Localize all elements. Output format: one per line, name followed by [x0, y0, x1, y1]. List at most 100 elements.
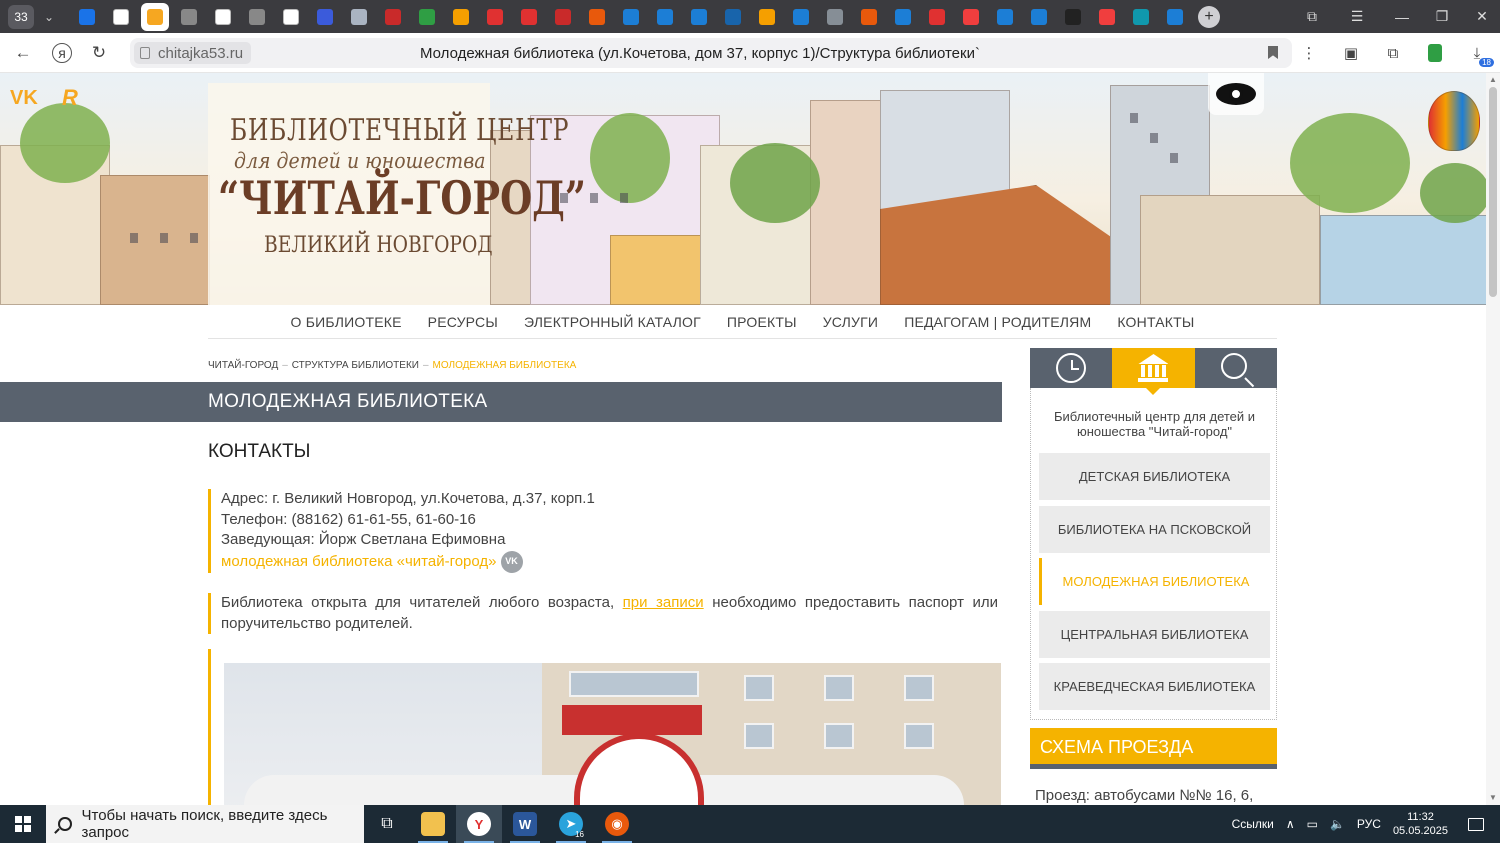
browser-tab[interactable]: [787, 3, 815, 31]
browser-tab[interactable]: [345, 3, 373, 31]
sidebar-item-branch[interactable]: КРАЕВЕДЧЕСКАЯ БИБЛИОТЕКА: [1039, 663, 1270, 710]
bookmark-icon[interactable]: [1268, 46, 1278, 59]
collections-icon[interactable]: ⧉: [1292, 8, 1332, 25]
accessibility-eye-icon[interactable]: [1208, 73, 1264, 115]
breadcrumb-section[interactable]: СТРУКТУРА БИБЛИОТЕКИ: [292, 360, 419, 371]
menu-item[interactable]: Контакты: [1117, 314, 1194, 330]
b-tab-icon: [1133, 8, 1149, 25]
page-scrollbar[interactable]: ▲ ▼: [1486, 73, 1500, 805]
screenshot-icon[interactable]: ▣: [1336, 38, 1366, 68]
app-icon[interactable]: ◉: [594, 805, 640, 843]
minimize-button[interactable]: —: [1382, 9, 1422, 25]
browser-tab[interactable]: [1161, 3, 1189, 31]
yandex-home-button[interactable]: я: [52, 42, 72, 63]
tab-list-chevron-icon[interactable]: ⌄: [38, 5, 60, 29]
domain-chip[interactable]: chitajka53.ru: [134, 42, 252, 64]
browser-tab[interactable]: [141, 2, 169, 31]
menu-item[interactable]: Ресурсы: [428, 314, 498, 330]
vk-icon[interactable]: VK: [500, 550, 523, 573]
tab-hours[interactable]: [1030, 348, 1112, 388]
menu-item[interactable]: О библиотеке: [291, 314, 402, 330]
restore-button[interactable]: ❐: [1422, 8, 1462, 25]
registration-link[interactable]: при записи: [623, 594, 704, 611]
sidebar-item-branch[interactable]: ЦЕНТРАЛЬНАЯ БИБЛИОТЕКА: [1039, 610, 1270, 658]
links-toolbar[interactable]: Ссылки: [1232, 817, 1274, 831]
telegram-icon[interactable]: ➤ 16: [548, 805, 594, 843]
sidebar-item-branch[interactable]: ДЕТСКАЯ БИБЛИОТЕКА: [1039, 453, 1270, 500]
back-button[interactable]: ←: [8, 38, 38, 68]
task-view-icon[interactable]: ⧉: [364, 805, 410, 843]
menu-item[interactable]: Проекты: [727, 314, 797, 330]
close-window-button[interactable]: ✕: [1462, 8, 1500, 25]
browser-tab[interactable]: [549, 3, 577, 31]
browser-tab[interactable]: [311, 3, 339, 31]
tray-chevron-icon[interactable]: ∧: [1286, 817, 1295, 831]
browser-tab[interactable]: [481, 3, 509, 31]
profile-icon[interactable]: [1420, 38, 1450, 68]
scroll-down-arrow-icon[interactable]: ▼: [1488, 793, 1498, 803]
browser-tab[interactable]: [277, 3, 305, 31]
menu-icon[interactable]: ☰: [1332, 8, 1382, 25]
browser-tab[interactable]: [209, 3, 237, 31]
browser-tab[interactable]: [957, 3, 985, 31]
vk-group-link[interactable]: молодежная библиотека «читай-город»: [221, 552, 497, 569]
browser-tab[interactable]: [107, 3, 135, 31]
browser-tab[interactable]: [889, 3, 917, 31]
file-explorer-icon[interactable]: [410, 805, 456, 843]
scroll-thumb[interactable]: [1489, 87, 1497, 297]
scroll-up-arrow-icon[interactable]: ▲: [1488, 75, 1498, 85]
extensions-icon[interactable]: ⧉: [1378, 38, 1408, 68]
route-text: Проезд: автобусами №№ 16, 6,: [1035, 787, 1254, 804]
menu-item[interactable]: Электронный каталог: [524, 314, 701, 330]
reload-button[interactable]: ↻: [84, 38, 114, 68]
breadcrumb-home[interactable]: ЧИТАЙ-ГОРОД: [208, 360, 278, 371]
rutube-social-icon[interactable]: R: [62, 85, 78, 111]
browser-tab[interactable]: [617, 3, 645, 31]
browser-tab[interactable]: [923, 3, 951, 31]
browser-tab[interactable]: [651, 3, 679, 31]
browser-tab[interactable]: [73, 3, 101, 31]
browser-tab[interactable]: [821, 3, 849, 31]
sidebar-item-branch[interactable]: МОЛОДЕЖНАЯ БИБЛИОТЕКА: [1039, 558, 1270, 605]
browser-tab[interactable]: [379, 3, 407, 31]
browser-tab[interactable]: [413, 3, 441, 31]
tab-search[interactable]: [1195, 348, 1277, 388]
browser-tab[interactable]: [243, 3, 271, 31]
more-icon[interactable]: ⋮: [1294, 38, 1324, 68]
browser-tab[interactable]: [685, 3, 713, 31]
browser-tab[interactable]: [855, 3, 883, 31]
browser-tab[interactable]: [1025, 3, 1053, 31]
volume-icon[interactable]: 🔈: [1330, 817, 1345, 831]
language-indicator[interactable]: РУС: [1357, 817, 1381, 831]
browser-tab[interactable]: [1059, 3, 1087, 31]
browser-tab[interactable]: [583, 3, 611, 31]
sidebar-item-branch[interactable]: БИБЛИОТЕКА НА ПСКОВСКОЙ: [1039, 505, 1270, 553]
taskbar-search[interactable]: Чтобы начать поиск, введите здесь запрос: [46, 805, 364, 843]
notifications-icon[interactable]: [1468, 817, 1484, 831]
network-icon[interactable]: ▭: [1307, 817, 1318, 831]
address-text: Адрес: г. Великий Новгород, ул.Кочетова,…: [221, 490, 595, 507]
browser-tab[interactable]: [991, 3, 1019, 31]
word-icon[interactable]: W: [502, 805, 548, 843]
o-tab-icon: [793, 8, 809, 25]
tab-branches[interactable]: [1112, 348, 1195, 395]
site-logo[interactable]: БИБЛИОТЕЧНЫЙ ЦЕНТР для детей и юношества…: [208, 83, 586, 305]
browser-tab[interactable]: [1127, 3, 1155, 31]
downloads-icon[interactable]: ⤓ 18: [1462, 38, 1494, 68]
start-button[interactable]: [0, 805, 46, 843]
browser-tab[interactable]: [515, 3, 543, 31]
tab-counter[interactable]: 33: [8, 4, 34, 29]
browser-tab[interactable]: [175, 3, 203, 31]
menu-item[interactable]: Педагогам | Родителям: [904, 314, 1091, 330]
browser-tab[interactable]: [753, 3, 781, 31]
domain-text: chitajka53.ru: [158, 44, 244, 62]
url-field[interactable]: chitajka53.ru Молодежная библиотека (ул.…: [130, 38, 1292, 68]
browser-tab[interactable]: [447, 3, 475, 31]
vk-social-icon[interactable]: VK: [10, 87, 38, 110]
browser-tab[interactable]: [719, 3, 747, 31]
menu-item[interactable]: Услуги: [823, 314, 878, 330]
browser-tab[interactable]: [1093, 3, 1121, 31]
taskbar-clock[interactable]: 11:32 05.05.2025: [1393, 810, 1448, 838]
new-tab-button[interactable]: +: [1198, 5, 1220, 28]
yandex-browser-icon[interactable]: Y: [456, 805, 502, 843]
